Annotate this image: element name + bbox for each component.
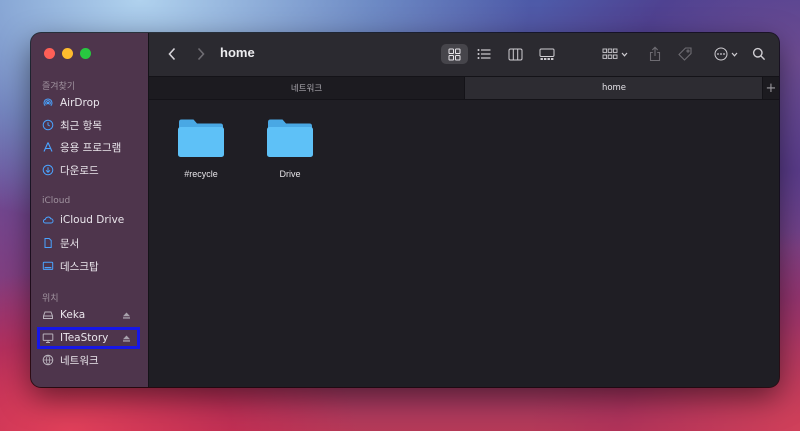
columns-icon <box>508 48 522 60</box>
chevron-down-icon <box>621 52 628 57</box>
sidebar-section-locations: 위치 <box>42 294 59 304</box>
zoom-button[interactable] <box>80 48 91 59</box>
desktop-icon <box>42 260 54 272</box>
file-name: #recycle <box>184 169 218 179</box>
sidebar-item-label: 문서 <box>60 237 80 250</box>
tag-icon <box>678 47 692 61</box>
chevron-left-icon <box>168 47 176 61</box>
tab-home[interactable]: home <box>465 77 763 99</box>
more-actions-button[interactable] <box>710 44 742 64</box>
list-view-button[interactable] <box>472 44 496 64</box>
back-button[interactable] <box>165 44 179 64</box>
forward-button[interactable] <box>194 44 208 64</box>
sidebar-item-label: 다운로드 <box>60 164 99 177</box>
download-icon <box>42 164 54 176</box>
sidebar-item-label: Keka <box>60 309 86 321</box>
sidebar-item-documents[interactable]: 문서 <box>42 233 142 253</box>
file-item-recycle[interactable]: #recycle <box>166 117 236 179</box>
group-by-button[interactable] <box>599 44 631 64</box>
sidebar-item-network[interactable]: 네트워크 <box>42 350 142 370</box>
gallery-icon <box>539 48 555 60</box>
sidebar-item-label: 응용 프로그램 <box>60 141 122 154</box>
finder-window: 즐겨찾기 AirDrop 최근 항목 응용 프로그램 다운로드 iCloud i… <box>31 33 779 387</box>
file-name: Drive <box>279 169 301 179</box>
tab-bar: 네트워크 home + <box>149 77 779 100</box>
new-tab-button[interactable]: + <box>762 77 779 99</box>
sidebar-item-applications[interactable]: 응용 프로그램 <box>42 137 142 157</box>
tab-network[interactable]: 네트워크 <box>149 77 465 99</box>
tag-button[interactable] <box>675 44 695 64</box>
gallery-view-button[interactable] <box>534 44 560 64</box>
drive-icon <box>42 309 54 321</box>
share-button[interactable] <box>646 44 664 64</box>
main-pane: home 네트워크 home + #recycle Drive <box>149 33 779 387</box>
network-icon <box>42 354 54 366</box>
share-icon <box>649 46 661 62</box>
ellipsis-circle-icon <box>714 47 728 61</box>
sidebar-item-label: 네트워크 <box>60 354 99 367</box>
chevron-down-icon <box>731 52 738 57</box>
sidebar-item-icloud-drive[interactable]: iCloud Drive <box>42 210 142 230</box>
sidebar-item-desktop[interactable]: 데스크탑 <box>42 256 142 276</box>
sidebar-item-downloads[interactable]: 다운로드 <box>42 160 142 180</box>
toolbar: home <box>149 33 779 77</box>
minimize-button[interactable] <box>62 48 73 59</box>
folder-icon <box>267 119 313 157</box>
search-icon <box>752 47 766 61</box>
sidebar-item-label: iCloud Drive <box>60 214 125 226</box>
chevron-right-icon <box>197 47 205 61</box>
group-icon <box>602 48 618 59</box>
sidebar-item-airdrop[interactable]: AirDrop <box>42 93 142 113</box>
close-button[interactable] <box>44 48 55 59</box>
document-icon <box>42 237 54 249</box>
window-title: home <box>220 45 255 60</box>
sidebar-item-label: 최근 항목 <box>60 119 102 132</box>
sidebar-item-keka[interactable]: Keka <box>42 305 142 325</box>
cloud-icon <box>42 214 54 226</box>
icon-view-button[interactable] <box>441 44 468 64</box>
sidebar-item-recents[interactable]: 최근 항목 <box>42 115 142 135</box>
airdrop-icon <box>42 97 54 109</box>
sidebar: 즐겨찾기 AirDrop 최근 항목 응용 프로그램 다운로드 iCloud i… <box>31 33 149 387</box>
sidebar-section-favorites: 즐겨찾기 <box>42 82 76 92</box>
folder-icon <box>178 119 224 157</box>
search-button[interactable] <box>747 44 771 64</box>
file-item-drive[interactable]: Drive <box>255 117 325 179</box>
grid-icon <box>448 48 461 60</box>
selection-highlight-box <box>37 327 140 349</box>
window-controls <box>44 48 91 59</box>
sidebar-section-icloud: iCloud <box>42 196 71 206</box>
clock-icon <box>42 119 54 131</box>
list-icon <box>477 49 491 59</box>
column-view-button[interactable] <box>503 44 527 64</box>
eject-icon[interactable] <box>122 311 131 320</box>
sidebar-item-label: AirDrop <box>60 97 100 109</box>
sidebar-item-label: 데스크탑 <box>60 260 99 273</box>
applications-icon <box>42 141 54 153</box>
